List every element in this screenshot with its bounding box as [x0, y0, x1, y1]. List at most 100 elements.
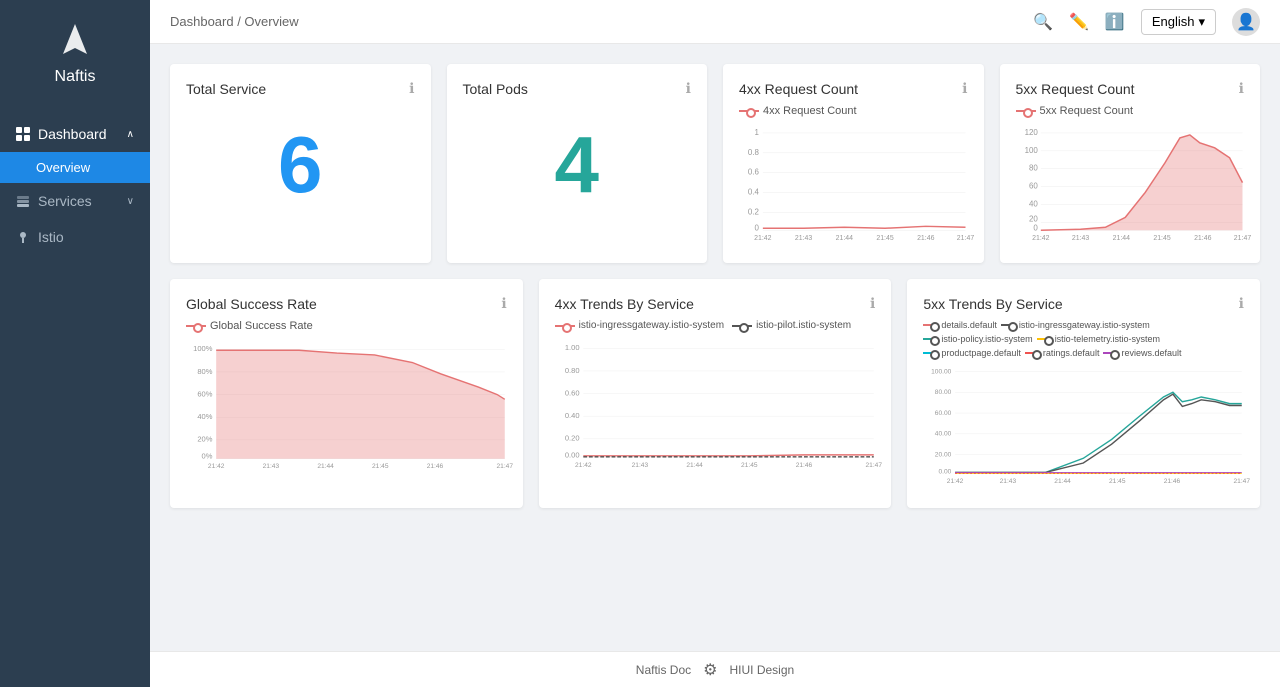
trends-4xx-svg: 1.00 0.80 0.60 0.40 0.20 0.00	[555, 337, 876, 469]
svg-text:0.60: 0.60	[565, 389, 580, 398]
svg-text:21:44: 21:44	[686, 462, 703, 469]
services-label: Services	[38, 193, 92, 209]
top-cards-row: Total Service ℹ 6 Total Pods ℹ 4 4xx Req…	[170, 64, 1260, 263]
sidebar-item-overview[interactable]: Overview	[0, 152, 150, 183]
total-service-title: Total Service	[186, 81, 266, 97]
trends-5xx-l7: reviews.default	[1121, 348, 1181, 358]
sidebar-item-services[interactable]: Services ∨	[0, 183, 150, 219]
req-4xx-legend-dot	[739, 110, 759, 112]
sidebar-logo: Naftis	[55, 20, 96, 86]
trends-5xx-l6: ratings.default	[1043, 348, 1100, 358]
svg-text:21:46: 21:46	[917, 235, 935, 242]
global-success-legend: Global Success Rate	[186, 320, 507, 332]
edit-icon[interactable]: ✏️	[1069, 12, 1089, 32]
global-success-info-icon[interactable]: ℹ	[501, 295, 506, 312]
grid-icon	[16, 127, 30, 141]
svg-text:21:46: 21:46	[1194, 235, 1212, 242]
search-icon[interactable]: 🔍	[1033, 12, 1053, 32]
total-service-card: Total Service ℹ 6	[170, 64, 431, 263]
svg-text:21:45: 21:45	[1109, 478, 1126, 485]
svg-text:21:43: 21:43	[795, 235, 813, 242]
req-4xx-svg: 1 0.8 0.6 0.4 0.2 0	[739, 123, 968, 242]
svg-text:21:44: 21:44	[1112, 235, 1130, 242]
req-5xx-legend-label: 5xx Request Count	[1040, 105, 1134, 117]
req-5xx-info-icon[interactable]: ℹ	[1239, 80, 1244, 97]
breadcrumb: Dashboard / Overview	[170, 14, 299, 29]
svg-text:40: 40	[1029, 199, 1038, 208]
trends-5xx-dot6	[1025, 352, 1039, 354]
trends-5xx-dot1	[923, 324, 937, 326]
svg-text:0.6: 0.6	[748, 168, 760, 177]
svg-text:21:43: 21:43	[1071, 235, 1089, 242]
svg-text:60%: 60%	[197, 390, 212, 399]
global-success-chart: 100% 80% 60% 40% 20% 0%	[186, 338, 507, 475]
trends-4xx-legend1: istio-ingressgateway.istio-system	[579, 320, 724, 331]
trends-4xx-legend-dot1	[555, 325, 575, 327]
footer: Naftis Doc ⚙ HIUI Design	[150, 651, 1280, 687]
svg-text:21:45: 21:45	[876, 235, 894, 242]
svg-text:21:46: 21:46	[427, 463, 444, 470]
user-avatar[interactable]: 👤	[1232, 8, 1260, 36]
dashboard-label: Dashboard	[38, 126, 107, 142]
svg-text:80: 80	[1029, 164, 1038, 173]
total-pods-info-icon[interactable]: ℹ	[686, 80, 691, 97]
sidebar-item-dashboard[interactable]: Dashboard ∧	[0, 116, 150, 152]
req-4xx-legend-label: 4xx Request Count	[763, 105, 857, 117]
global-success-legend-label: Global Success Rate	[210, 320, 313, 332]
svg-text:21:45: 21:45	[372, 463, 389, 470]
total-pods-value: 4	[463, 105, 692, 225]
svg-text:80%: 80%	[197, 367, 212, 376]
svg-text:0.40: 0.40	[565, 411, 580, 420]
svg-text:120: 120	[1024, 128, 1038, 137]
footer-doc[interactable]: Naftis Doc	[636, 663, 691, 677]
svg-text:21:47: 21:47	[1234, 478, 1251, 485]
trends-5xx-l5: productpage.default	[941, 348, 1021, 358]
sidebar-navigation: Dashboard ∧ Overview Services ∨	[0, 116, 150, 255]
svg-text:21:45: 21:45	[1153, 235, 1171, 242]
svg-text:100: 100	[1024, 146, 1038, 155]
svg-text:21:44: 21:44	[317, 463, 334, 470]
dashboard-content: Total Service ℹ 6 Total Pods ℹ 4 4xx Req…	[150, 44, 1280, 651]
svg-text:0.2: 0.2	[748, 207, 760, 216]
svg-text:21:47: 21:47	[865, 462, 882, 469]
trends-5xx-chart: 100.00 80.00 60.00 40.00 20.00 0.00	[923, 364, 1244, 492]
svg-text:60.00: 60.00	[935, 410, 952, 417]
svg-text:0.80: 0.80	[565, 366, 580, 375]
trends-5xx-dot7	[1103, 352, 1117, 354]
svg-text:0.00: 0.00	[939, 469, 952, 476]
header: Dashboard / Overview 🔍 ✏️ ℹ️ English ▾ 👤	[150, 0, 1280, 44]
trends-4xx-chart: 1.00 0.80 0.60 0.40 0.20 0.00	[555, 337, 876, 474]
svg-text:60: 60	[1029, 182, 1038, 191]
trends-4xx-legend: istio-ingressgateway.istio-system istio-…	[555, 320, 876, 331]
trends-4xx-legend-dot2	[732, 325, 752, 327]
info-icon[interactable]: ℹ️	[1105, 12, 1125, 32]
trends-5xx-l1: details.default	[941, 320, 997, 330]
dashboard-chevron: ∧	[127, 129, 134, 140]
svg-text:21:42: 21:42	[575, 462, 592, 469]
svg-text:21:47: 21:47	[1233, 235, 1251, 242]
req-4xx-info-icon[interactable]: ℹ	[962, 80, 967, 97]
svg-text:21:45: 21:45	[741, 462, 758, 469]
trends-4xx-title: 4xx Trends By Service	[555, 296, 694, 312]
trends-4xx-card: 4xx Trends By Service ℹ istio-ingressgat…	[539, 279, 892, 508]
svg-text:21:43: 21:43	[1000, 478, 1017, 485]
language-selector[interactable]: English ▾	[1141, 9, 1216, 35]
footer-design[interactable]: HIUI Design	[730, 663, 795, 677]
req-5xx-legend: 5xx Request Count	[1016, 105, 1245, 117]
trends-4xx-info-icon[interactable]: ℹ	[870, 295, 875, 312]
sidebar-item-istio[interactable]: Istio	[0, 219, 150, 255]
total-service-info-icon[interactable]: ℹ	[409, 80, 414, 97]
trends-5xx-dot4	[1037, 338, 1051, 340]
github-icon[interactable]: ⚙	[703, 660, 717, 680]
pin-icon	[16, 230, 30, 244]
svg-text:100.00: 100.00	[931, 369, 952, 376]
sidebar: Naftis Dashboard ∧ Overview S	[0, 0, 150, 687]
trends-5xx-info-icon[interactable]: ℹ	[1239, 295, 1244, 312]
svg-text:20: 20	[1029, 214, 1038, 223]
total-service-value: 6	[186, 105, 415, 225]
svg-text:40.00: 40.00	[935, 431, 952, 438]
svg-text:21:42: 21:42	[947, 478, 964, 485]
svg-text:21:46: 21:46	[1164, 478, 1181, 485]
svg-text:21:44: 21:44	[1055, 478, 1072, 485]
trends-5xx-dot2	[1001, 324, 1015, 326]
